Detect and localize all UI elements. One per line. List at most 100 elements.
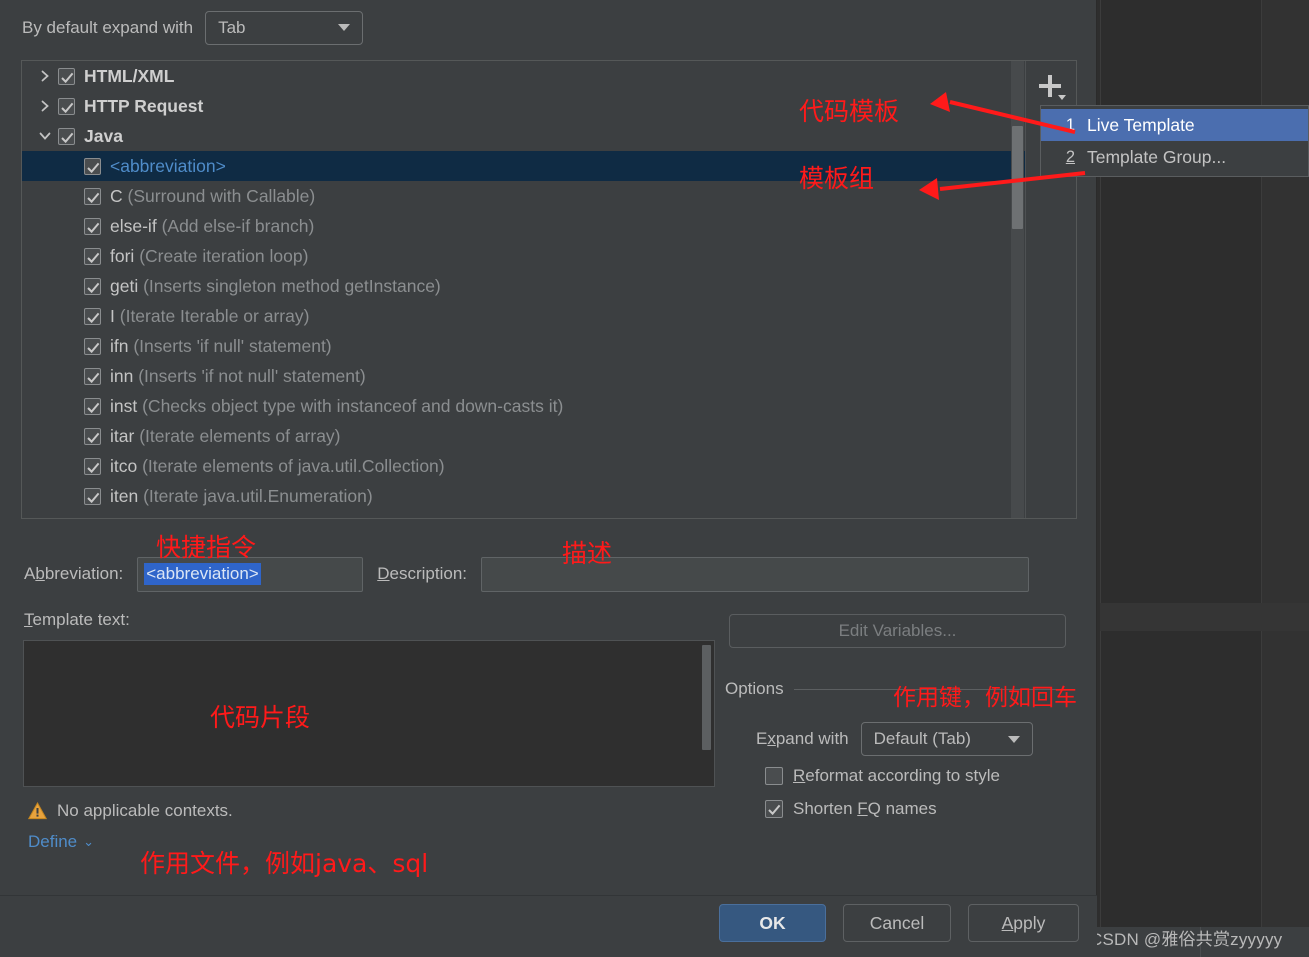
chevron-down-icon[interactable] [32, 129, 58, 143]
cancel-button[interactable]: Cancel [843, 904, 951, 942]
chevron-down-icon [322, 24, 362, 31]
description-label: Description: [377, 564, 468, 583]
tree-row[interactable]: else-if (Add else-if branch) [22, 211, 1026, 241]
tree-row[interactable]: inst (Checks object type with instanceof… [22, 391, 1026, 421]
tree-row[interactable]: I (Iterate Iterable or array) [22, 301, 1026, 331]
tree-row[interactable]: itco (Iterate elements of java.util.Coll… [22, 451, 1026, 481]
abbreviation-label: Abbreviation: [24, 564, 124, 583]
menu-item-label: Template Group... [1087, 146, 1227, 167]
templates-tree-panel: HTML/XML HTTP Request Java <abbreviation> C … [21, 60, 1077, 519]
tree-group-name: HTML/XML [84, 65, 175, 86]
tree-row-checkbox[interactable] [58, 67, 75, 85]
plus-icon [1038, 73, 1066, 100]
define-link-label: Define [28, 832, 78, 851]
context-warning-text: No applicable contexts. [57, 801, 233, 820]
menu-item-label: Live Template [1087, 114, 1195, 135]
expand-with-label: Expand with [756, 729, 849, 748]
expand-with-row: Expand with Default (Tab) [756, 722, 1033, 756]
define-context-link[interactable]: Define ⌄ [28, 832, 94, 852]
annotation-code-template: 代码模板 [799, 97, 900, 126]
tree-row-text: geti (Inserts singleton method getInstan… [110, 275, 441, 296]
live-templates-dialog: By default expand with Tab HTML/XML HTTP … [0, 0, 1097, 957]
tree-row-checkbox[interactable] [84, 187, 101, 205]
tree-row[interactable]: C (Surround with Callable) [22, 181, 1026, 211]
tree-row-text: I (Iterate Iterable or array) [110, 305, 310, 326]
tree-row-checkbox[interactable] [84, 427, 101, 445]
tree-row-checkbox[interactable] [58, 97, 75, 115]
tree-row[interactable]: HTML/XML [22, 61, 1026, 91]
screenshot-root: CSDN @雅俗共赏zyyyyy By default expand with … [0, 0, 1309, 957]
annotation-template-group: 模板组 [799, 164, 875, 193]
reformat-label: Reformat according to style [793, 766, 1000, 785]
annotation-code-snippet: 代码片段 [210, 703, 311, 732]
tree-row[interactable]: geti (Inserts singleton method getInstan… [22, 271, 1026, 301]
tree-row[interactable]: ifn (Inserts 'if null' statement) [22, 331, 1026, 361]
default-expand-label: By default expand with [22, 17, 194, 37]
tree-group-name: HTTP Request [84, 95, 204, 116]
tree-row[interactable]: <abbreviation> [22, 151, 1026, 181]
template-text-editor[interactable] [23, 640, 715, 787]
annotation-shortcut-command: 快捷指令 [156, 533, 257, 562]
template-text-scrollbar-thumb[interactable] [702, 645, 711, 750]
add-template-button[interactable] [1026, 61, 1077, 111]
tree-scrollbar-thumb[interactable] [1012, 126, 1023, 229]
default-expand-value: Tab [218, 17, 246, 37]
annotation-applicable-file: 作用文件，例如java、sql [140, 849, 429, 878]
template-text-label: Template text: [24, 610, 130, 629]
tree-row-text: ifn (Inserts 'if null' statement) [110, 335, 332, 356]
chevron-down-icon: ⌄ [83, 834, 95, 849]
options-title: Options [725, 679, 784, 698]
tree-row-checkbox[interactable] [84, 247, 101, 265]
expand-with-value: Default (Tab) [873, 729, 971, 748]
chevron-right-icon[interactable] [32, 99, 58, 113]
menu-item-template-group[interactable]: 2 Template Group... [1041, 141, 1308, 173]
default-expand-row: By default expand with Tab [22, 0, 364, 55]
tree-row-checkbox[interactable] [84, 277, 101, 295]
tree-row[interactable]: itar (Iterate elements of array) [22, 421, 1026, 451]
tree-row-checkbox[interactable] [84, 487, 101, 505]
tree-row-text: inn (Inserts 'if not null' statement) [110, 365, 366, 386]
default-expand-combobox[interactable]: Tab [205, 10, 364, 45]
tree-group-name: Java [84, 125, 123, 146]
annotation-description: 描述 [562, 539, 613, 568]
tree-row-checkbox[interactable] [84, 307, 101, 325]
tree-row-checkbox[interactable] [84, 397, 101, 415]
chevron-right-icon[interactable] [32, 69, 58, 83]
tree-row[interactable]: iten (Iterate java.util.Enumeration) [22, 481, 1026, 511]
tree-row-checkbox[interactable] [84, 157, 101, 175]
abbreviation-value: <abbreviation> [144, 563, 261, 585]
tree-row-text: else-if (Add else-if branch) [110, 215, 315, 236]
tree-row-text: fori (Create iteration loop) [110, 245, 309, 266]
chevron-down-icon [992, 735, 1032, 743]
shorten-fq-label: Shorten FQ names [793, 799, 937, 818]
expand-with-combobox[interactable]: Default (Tab) [860, 722, 1033, 756]
tree-row-checkbox[interactable] [84, 457, 101, 475]
tree-row[interactable]: inn (Inserts 'if not null' statement) [22, 361, 1026, 391]
add-template-popup-menu: 1 Live Template 2 Template Group... [1040, 105, 1309, 177]
tree-row-text: C (Surround with Callable) [110, 185, 316, 206]
apply-button[interactable]: Apply [968, 904, 1079, 942]
context-warning: No applicable contexts. [28, 801, 233, 821]
ok-button[interactable]: OK [719, 904, 826, 942]
reformat-checkbox-row[interactable]: Reformat according to style [765, 766, 1000, 786]
reformat-checkbox[interactable] [765, 767, 783, 785]
edit-variables-button[interactable]: Edit Variables... [729, 614, 1066, 648]
menu-item-number: 1 [1065, 115, 1075, 134]
tree-row-checkbox[interactable] [84, 367, 101, 385]
tree-row-checkbox[interactable] [84, 337, 101, 355]
tree-row[interactable]: fori (Create iteration loop) [22, 241, 1026, 271]
shorten-fq-checkbox-row[interactable]: Shorten FQ names [765, 799, 937, 819]
templates-tree[interactable]: HTML/XML HTTP Request Java <abbreviation> C … [22, 61, 1026, 518]
tree-row-checkbox[interactable] [84, 217, 101, 235]
tree-row-text: itco (Iterate elements of java.util.Coll… [110, 455, 445, 476]
tree-row-text: inst (Checks object type with instanceof… [110, 395, 564, 416]
tree-row-text: itar (Iterate elements of array) [110, 425, 341, 446]
annotation-action-key: 作用键，例如回车 [893, 685, 1077, 711]
shorten-fq-checkbox[interactable] [765, 800, 783, 818]
tree-row-abbreviation: <abbreviation> [110, 155, 226, 176]
watermark: CSDN @雅俗共赏zyyyyy [1090, 930, 1283, 949]
menu-item-live-template[interactable]: 1 Live Template [1041, 109, 1308, 141]
ide-highlight-band [1100, 603, 1309, 631]
tree-row-text: iten (Iterate java.util.Enumeration) [110, 485, 373, 506]
tree-row-checkbox[interactable] [58, 127, 75, 145]
